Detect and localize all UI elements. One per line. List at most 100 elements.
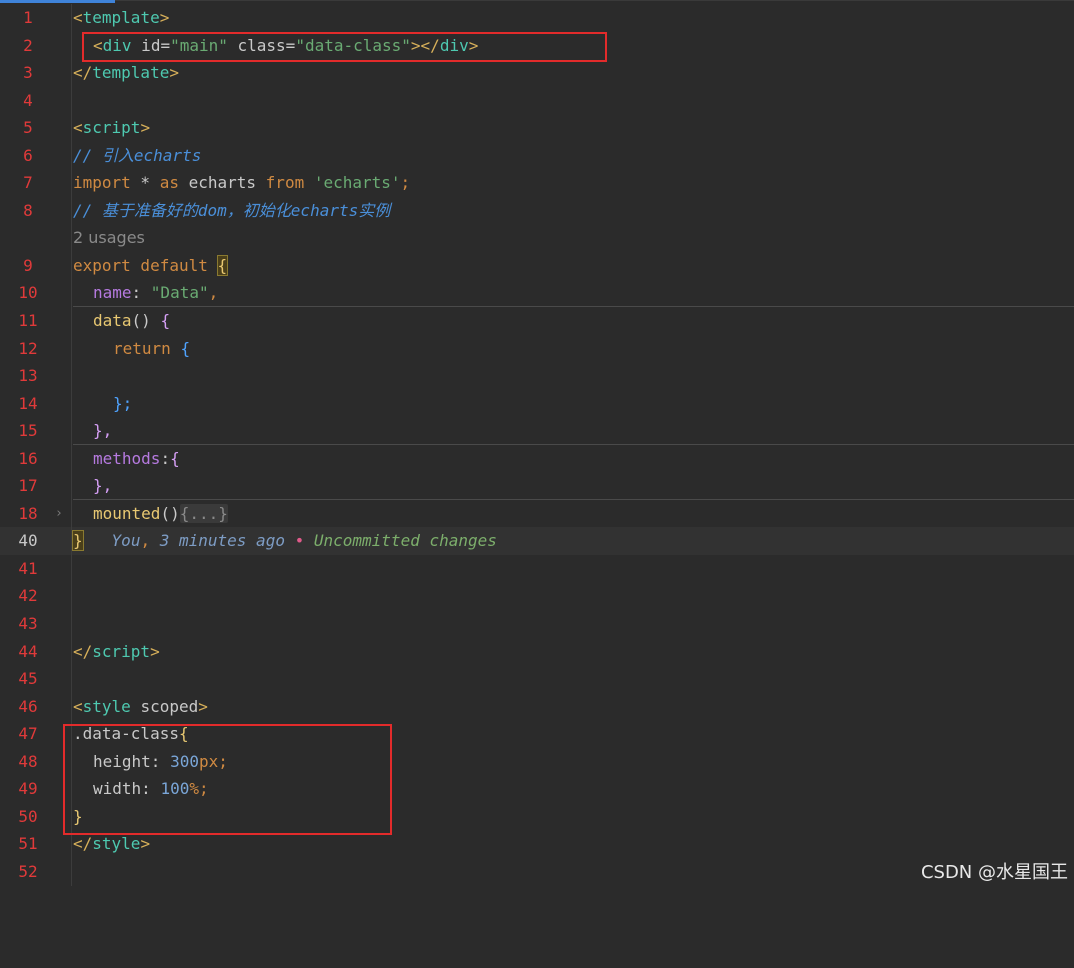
code-line[interactable]: 17 }, bbox=[0, 472, 1074, 500]
top-rule bbox=[115, 0, 1074, 1]
indent-guide bbox=[71, 86, 72, 115]
line-number: 11 bbox=[18, 311, 38, 331]
indent-guide bbox=[71, 389, 72, 418]
line-content: name: "Data", bbox=[93, 283, 219, 303]
code-line[interactable]: 10 name: "Data", bbox=[0, 279, 1074, 308]
line-content: </script> bbox=[73, 641, 160, 661]
blame-dot: • bbox=[294, 531, 305, 551]
indent-guide bbox=[71, 334, 72, 363]
code-line[interactable]: 42 bbox=[0, 582, 1074, 611]
indent-guide bbox=[71, 31, 72, 60]
line-content: }; bbox=[113, 393, 133, 413]
line-content: </style> bbox=[73, 834, 151, 854]
line-number: 10 bbox=[18, 283, 38, 303]
line-number: 17 bbox=[18, 476, 38, 496]
blame-author: You bbox=[111, 531, 141, 551]
line-number: 2 bbox=[23, 35, 33, 55]
line-content: .data-class{ bbox=[73, 724, 189, 744]
line-number: 14 bbox=[18, 393, 38, 413]
code-line[interactable]: 45 bbox=[0, 665, 1074, 693]
line-number: 49 bbox=[18, 779, 38, 799]
line-number: 12 bbox=[18, 338, 38, 358]
indent-guide bbox=[71, 554, 72, 583]
line-number: 48 bbox=[18, 751, 38, 771]
code-line[interactable]: 7 import * as echarts from 'echarts'; bbox=[0, 169, 1074, 197]
indent-guide bbox=[71, 224, 72, 252]
code-line[interactable]: 8 // 基于准备好的dom，初始化echarts实例 bbox=[0, 196, 1074, 225]
code-line[interactable]: 46 <style scoped> bbox=[0, 692, 1074, 721]
indent-guide bbox=[71, 857, 72, 886]
indent-guide bbox=[71, 114, 72, 142]
line-content: } You, 3 minutes ago • Uncommitted chang… bbox=[72, 530, 497, 552]
progress-bar bbox=[0, 0, 115, 3]
line-content: data() { bbox=[93, 311, 171, 331]
code-line[interactable]: 11 data() { bbox=[0, 307, 1074, 335]
line-content: <div id="main" class="data-class"></div> bbox=[93, 35, 479, 55]
code-line[interactable]: 50 } bbox=[0, 802, 1074, 831]
code-line[interactable]: 18 › mounted(){...} bbox=[0, 499, 1074, 528]
code-line[interactable]: 4 bbox=[0, 86, 1074, 115]
indent-guide bbox=[71, 692, 72, 721]
indent-guide bbox=[71, 59, 72, 87]
usages-hint[interactable]: 2 usages bbox=[73, 224, 145, 252]
code-editor[interactable]: 1 <template> 2 <div id="main" class="dat… bbox=[0, 4, 1074, 886]
line-number: 50 bbox=[18, 806, 38, 826]
code-line[interactable]: 15 }, bbox=[0, 417, 1074, 445]
code-line[interactable]: 16 methods:{ bbox=[0, 444, 1074, 473]
line-number: 3 bbox=[23, 63, 33, 83]
code-line[interactable]: 44 </script> bbox=[0, 637, 1074, 666]
current-line[interactable]: 40 } You, 3 minutes ago • Uncommitted ch… bbox=[0, 527, 1074, 555]
code-line[interactable]: 12 return { bbox=[0, 334, 1074, 363]
indent-guide bbox=[71, 472, 72, 500]
code-line[interactable]: 2 <div id="main" class="data-class"></di… bbox=[0, 31, 1074, 60]
code-line[interactable]: 52 bbox=[0, 857, 1074, 886]
code-line[interactable]: 49 width: 100%; bbox=[0, 775, 1074, 803]
line-number: 47 bbox=[18, 724, 38, 744]
usages-hint-line[interactable]: 2 usages bbox=[0, 224, 1074, 252]
code-line[interactable]: 1 <template> bbox=[0, 4, 1074, 32]
indent-guide bbox=[71, 830, 72, 858]
indent-guide bbox=[71, 747, 72, 776]
indent-guide bbox=[71, 720, 72, 748]
line-number: 46 bbox=[18, 696, 38, 716]
code-line[interactable]: 47 .data-class{ bbox=[0, 720, 1074, 748]
line-content: return { bbox=[113, 338, 191, 358]
code-line[interactable]: 5 <script> bbox=[0, 114, 1074, 142]
indent-guide bbox=[71, 196, 72, 225]
indent-guide bbox=[71, 4, 72, 32]
code-comment: // 基于准备好的dom，初始化echarts实例 bbox=[73, 200, 391, 220]
line-content: </template> bbox=[73, 63, 179, 83]
fold-chevron-icon[interactable]: › bbox=[55, 500, 63, 528]
indent-guide bbox=[71, 665, 72, 693]
code-line[interactable]: 9 export default { bbox=[0, 251, 1074, 280]
code-line[interactable]: 6 // 引入echarts bbox=[0, 141, 1074, 170]
code-line[interactable]: 51 </style> bbox=[0, 830, 1074, 858]
line-number: 44 bbox=[18, 641, 38, 661]
line-number: 5 bbox=[23, 118, 33, 138]
line-number: 18 bbox=[18, 503, 38, 523]
line-content: <script> bbox=[73, 118, 151, 138]
line-number: 40 bbox=[18, 531, 38, 551]
line-content: }, bbox=[93, 476, 113, 496]
line-number: 9 bbox=[23, 255, 33, 275]
indent-guide bbox=[71, 802, 72, 831]
indent-guide bbox=[71, 279, 72, 308]
code-line[interactable]: 48 height: 300px; bbox=[0, 747, 1074, 776]
line-content: import * as echarts from 'echarts'; bbox=[73, 173, 411, 193]
folded-region[interactable]: {...} bbox=[179, 503, 228, 523]
code-line[interactable]: 14 }; bbox=[0, 389, 1074, 418]
line-number: 16 bbox=[18, 448, 38, 468]
line-number: 42 bbox=[18, 586, 38, 606]
line-content: height: 300px; bbox=[93, 751, 228, 771]
code-line[interactable]: 3 </template> bbox=[0, 59, 1074, 87]
line-content: width: 100%; bbox=[93, 779, 209, 799]
indent-guide bbox=[71, 417, 72, 445]
line-content: <style scoped> bbox=[73, 696, 208, 716]
code-line[interactable]: 13 bbox=[0, 362, 1074, 390]
line-content: <template> bbox=[73, 8, 170, 27]
line-number: 4 bbox=[23, 90, 33, 110]
line-number: 8 bbox=[23, 200, 33, 220]
code-line[interactable]: 41 bbox=[0, 554, 1074, 583]
line-content: }, bbox=[93, 421, 113, 441]
code-line[interactable]: 43 bbox=[0, 610, 1074, 638]
